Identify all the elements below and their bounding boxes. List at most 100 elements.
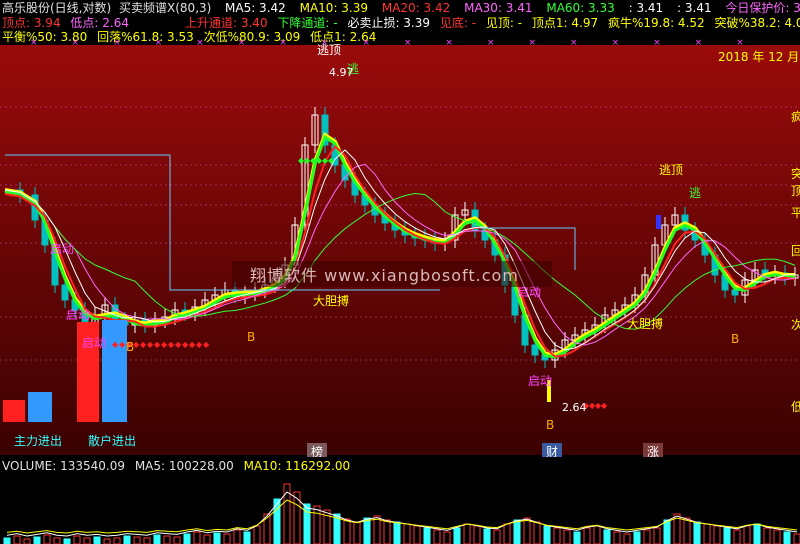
volume-bar [553,527,561,544]
volume-bar [173,536,181,544]
red-diamond-marker: ◆ [175,340,182,349]
volume-bar [793,533,800,544]
ma5-readout: MA5: 3.42 [225,1,286,15]
red-diamond-marker: ◆ [196,340,203,349]
volume-bar [413,525,421,544]
low-point: 低点: 2.64 [70,16,129,30]
volume-bar [103,538,111,544]
price-chart-area[interactable]: ◆ ◆ ◆ ◆ ◆ ◆ ◆ ◆ ◆ ◆ ◆ ◆ ◆ ◆ ◆ ◆ ◆ ◆ ◆ ◆ ◆ ◆ ◆ ◆ [0,45,800,455]
volume-bar [93,536,101,544]
candle-body [531,344,539,356]
stock-name: 高乐股份(日线,对数) [2,1,112,15]
indicator-name: 买卖频谱X(80,3) [119,1,212,15]
volume-bar [453,527,461,544]
volume-bar [603,529,611,544]
volume-bar [533,521,541,544]
volume-bar [113,537,121,544]
volume-bar [83,537,91,544]
volume-bar [433,529,441,544]
volume-bar [63,538,71,544]
top1: 顶点1: 4.97 [531,16,599,30]
volume-bar [403,523,411,544]
volume-bar [783,531,791,544]
date-label: 2018 年 12 月 1 [718,50,800,64]
volume-bar [343,518,351,544]
price-chart-svg: ◆ ◆ ◆ ◆ ◆ ◆ ◆ ◆ ◆ ◆ ◆ ◆ ◆ ◆◆ ◆ ◆ ◆◆ ◆ ◆ ◆ ◆ ◆ [0,106,800,422]
extra-readout: : 3.41 [628,1,664,15]
red-diamond-marker: ◆ [161,340,168,349]
volume-bar [33,536,41,544]
volume-bar [563,529,571,544]
volume-bar [493,529,501,544]
volume-bar [463,523,471,544]
volume-bar [353,521,361,544]
ma20-readout: MA20: 3.42 [381,1,451,15]
volume-bar [613,531,621,544]
price-497: 4.97 [329,66,354,79]
volume-bar [223,533,231,544]
escape-label-2: 逃 [689,186,702,200]
volume-bar [3,537,11,544]
see-bottom: 见底: - [439,16,477,30]
right-label-balance: 平 [791,206,800,220]
volume-bar [513,519,521,544]
marker-row: ×××××××××××××××××× [30,38,778,48]
right-label-sublow: 次 [791,318,800,332]
red-diamond-marker: ◆ [189,340,196,349]
volume-bar [73,535,81,544]
candle-body [731,289,739,296]
escape-top-label-2: 逃顶 [659,163,684,177]
volume-bar [643,529,651,544]
volume-bar [393,521,401,544]
escape-top-label-1: 逃顶 [317,43,342,57]
volume-bar [383,519,391,544]
b-mark-3: B [546,418,555,432]
volume-bar [233,529,241,544]
ma60-readout: MA60: 3.33 [546,1,615,15]
volume-bar [663,519,671,544]
bold-catch-label-2: 大胆搏 [627,317,664,331]
start-label-5: 启动 [528,374,553,388]
blue-signal-bar [656,215,661,229]
fall-channel: 下降通道: - [277,16,338,30]
start-label-1: 启动 [50,242,75,256]
volume-ma5: MA5: 100228.00 [134,459,234,473]
volume-bar [143,537,151,544]
right-label-top: 顶 [791,184,800,198]
candle-body [61,284,69,301]
main-flow-bar-small [3,400,25,422]
volume-bar [23,538,31,544]
retail-flow-label: 散户进出 [88,434,137,448]
volume-bar [713,525,721,544]
right-label-pullback: 回 [791,244,800,258]
volume-bar [753,523,761,544]
green-diamond-marker: ◆ [328,156,335,165]
volume-bar [543,525,551,544]
stop-loss: 必卖止损: 3.39 [347,16,431,30]
volume-bar [573,531,581,544]
volume-bar [123,535,131,544]
volume-bar [13,535,21,544]
volume-bar [253,525,261,544]
volume-bar [153,534,161,544]
volume-bar [443,531,451,544]
start-label-2: 启动 [66,308,91,322]
volume-bar [733,529,741,544]
volume-bar [763,527,771,544]
volume-bar [773,529,781,544]
volume-bar [683,517,691,544]
right-label-low: 低 [791,400,800,414]
ma10-readout: MA10: 3.39 [299,1,369,15]
volume-bar [623,533,631,544]
b-mark-4: B [731,332,740,346]
red-diamond-marker: ◆ [119,340,126,349]
volume-bar [53,537,61,544]
volume-bar [483,528,491,544]
volume-bar [313,505,321,544]
volume-readout: VOLUME: 133540.09 [2,459,125,473]
price-264: 2.64 [562,401,587,414]
b-mark-2: B [247,330,256,344]
volume-bar [593,525,601,544]
bull: 疯牛%19.8: 4.52 [607,16,705,30]
volume-bar [213,532,221,544]
